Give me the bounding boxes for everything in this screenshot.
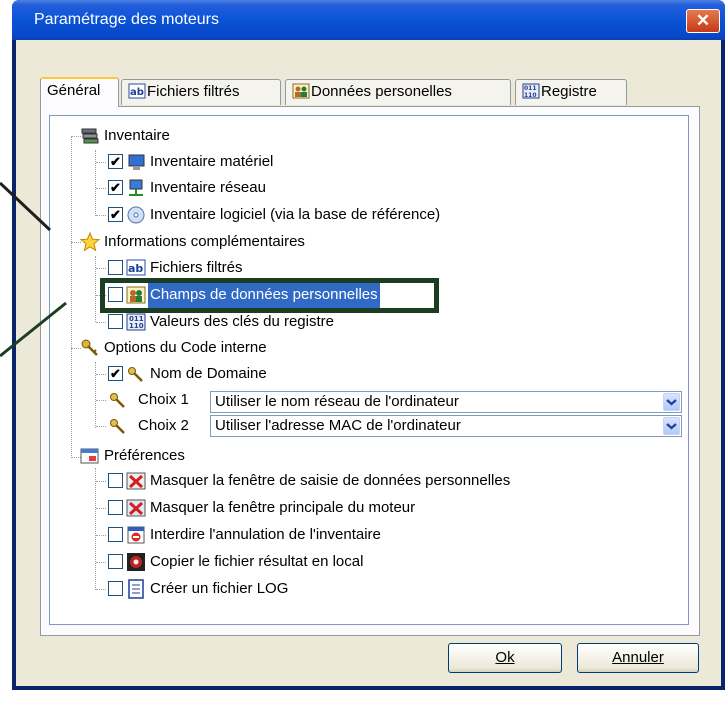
no-cancel-icon bbox=[127, 526, 145, 544]
hardware-stack-icon bbox=[81, 128, 99, 144]
tree-connector bbox=[95, 468, 96, 590]
svg-text:ab: ab bbox=[130, 87, 144, 98]
item-label: Interdire l'annulation de l'inventaire bbox=[150, 526, 381, 543]
ok-button-label: Ok bbox=[495, 649, 515, 666]
people-icon bbox=[292, 83, 310, 99]
tree-connector bbox=[95, 256, 96, 322]
tree-connector bbox=[96, 215, 106, 216]
item-label: Masquer la fenêtre principale du moteur bbox=[150, 499, 416, 516]
checkbox[interactable] bbox=[108, 260, 123, 275]
svg-text:ab: ab bbox=[128, 262, 143, 275]
checkbox[interactable] bbox=[108, 473, 123, 488]
tab-label: Données personelles bbox=[311, 83, 452, 100]
svg-text:011: 011 bbox=[524, 85, 537, 92]
tree-node-label: Options du Code interne bbox=[104, 339, 267, 356]
cancel-button-label: Annuler bbox=[612, 649, 664, 666]
item-label: Inventaire matériel bbox=[150, 153, 274, 170]
title-bar[interactable]: Paramétrage des moteurs ✕ bbox=[12, 0, 725, 40]
tree-connector bbox=[96, 162, 106, 163]
checkbox[interactable]: ✔ bbox=[108, 207, 123, 222]
tree-connector bbox=[95, 150, 96, 216]
svg-text:110: 110 bbox=[129, 322, 144, 330]
tree-connector bbox=[96, 400, 106, 401]
tree-connector bbox=[96, 268, 106, 269]
monitor-icon bbox=[128, 154, 145, 170]
item-label: Créer un fichier LOG bbox=[150, 580, 289, 597]
key-icon bbox=[128, 367, 143, 382]
tab-registre[interactable]: 011 110 Registre bbox=[515, 79, 627, 105]
tree-connector bbox=[96, 562, 106, 563]
item-label: Inventaire réseau bbox=[150, 179, 266, 196]
checkbox[interactable]: ✔ bbox=[108, 366, 123, 381]
tree-connector bbox=[96, 535, 106, 536]
choix-1-value: Utiliser le nom réseau de l'ordinateur bbox=[215, 393, 459, 410]
tree-connector bbox=[71, 136, 72, 458]
item-label: Inventaire logiciel (via la base de réfé… bbox=[150, 206, 441, 223]
key-icon bbox=[110, 393, 125, 408]
dialog-window: Paramétrage des moteurs ✕ Général ab Fic… bbox=[12, 0, 725, 690]
choix-2-select[interactable]: Utiliser l'adresse MAC de l'ordinateur bbox=[210, 415, 682, 437]
checkbox[interactable] bbox=[108, 554, 123, 569]
choix-2-value: Utiliser l'adresse MAC de l'ordinateur bbox=[215, 417, 461, 434]
close-button[interactable]: ✕ bbox=[686, 9, 720, 33]
tab-label: Général bbox=[47, 82, 101, 99]
highlight-annotation-box bbox=[100, 278, 439, 313]
tree-connector bbox=[96, 481, 106, 482]
preferences-window-icon bbox=[80, 448, 99, 464]
tab-fichiers-filtres[interactable]: ab Fichiers filtrés bbox=[121, 79, 281, 105]
checkbox[interactable]: ✔ bbox=[108, 180, 123, 195]
tree-connector bbox=[96, 508, 106, 509]
choix-1-label: Choix 1 bbox=[138, 391, 189, 408]
registry-icon: 011 110 bbox=[126, 313, 146, 331]
cancel-button[interactable]: Annuler bbox=[577, 643, 699, 673]
checkbox[interactable] bbox=[108, 527, 123, 542]
network-icon bbox=[129, 179, 143, 196]
log-file-icon bbox=[128, 579, 144, 599]
tab-label: Registre bbox=[541, 83, 597, 100]
chevron-down-icon[interactable] bbox=[663, 417, 680, 435]
tab-label: Fichiers filtrés bbox=[147, 83, 240, 100]
choix-1-select[interactable]: Utiliser le nom réseau de l'ordinateur bbox=[210, 391, 682, 413]
tree-connector bbox=[96, 426, 106, 427]
tree-connector bbox=[95, 362, 96, 428]
tree-connector bbox=[96, 322, 106, 323]
key-icon bbox=[110, 419, 125, 434]
checkbox[interactable] bbox=[108, 581, 123, 596]
tree-connector bbox=[96, 374, 106, 375]
item-label: Masquer la fenêtre de saisie de données … bbox=[150, 472, 511, 489]
checkbox[interactable] bbox=[108, 314, 123, 329]
registry-icon: 011 110 bbox=[522, 83, 540, 99]
dialog-client-area: Général ab Fichiers filtrés Données pers… bbox=[16, 40, 721, 686]
hide-main-window-icon bbox=[126, 499, 146, 517]
tree-node-label: Informations complémentaires bbox=[104, 233, 305, 250]
star-icon bbox=[80, 232, 100, 252]
item-label: Copier le fichier résultat en local bbox=[150, 553, 364, 570]
tab-general[interactable]: Général bbox=[40, 77, 119, 107]
tree-connector bbox=[96, 188, 106, 189]
checkbox[interactable]: ✔ bbox=[108, 154, 123, 169]
tree-node-label: Inventaire bbox=[104, 127, 170, 144]
svg-text:110: 110 bbox=[524, 92, 537, 99]
ab-icon: ab bbox=[128, 83, 146, 99]
item-label: Nom de Domaine bbox=[150, 365, 267, 382]
ab-icon: ab bbox=[126, 259, 146, 276]
hide-window-icon bbox=[126, 472, 146, 490]
keys-icon bbox=[81, 339, 98, 356]
tab-panel-general: Inventaire ✔ Inventaire matériel ✔ Inven… bbox=[40, 106, 700, 636]
close-icon: ✕ bbox=[695, 11, 711, 30]
software-cd-icon bbox=[127, 206, 145, 224]
checkbox[interactable] bbox=[108, 500, 123, 515]
chevron-down-icon[interactable] bbox=[663, 393, 680, 411]
settings-tree: Inventaire ✔ Inventaire matériel ✔ Inven… bbox=[49, 115, 689, 625]
tree-node-label: Préférences bbox=[104, 447, 185, 464]
copy-local-icon bbox=[127, 553, 145, 571]
tree-connector bbox=[96, 589, 106, 590]
choix-2-label: Choix 2 bbox=[138, 417, 189, 434]
window-title: Paramétrage des moteurs bbox=[34, 11, 219, 28]
tab-donnees-personelles[interactable]: Données personelles bbox=[285, 79, 511, 105]
ok-button[interactable]: Ok bbox=[448, 643, 562, 673]
